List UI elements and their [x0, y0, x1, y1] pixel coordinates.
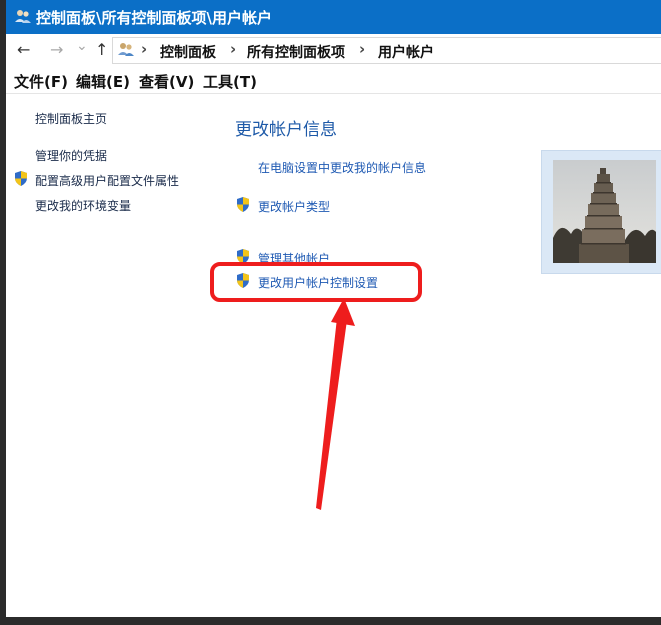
- control-panel-window: 控制面板\所有控制面板项\用户帐户 ← → ⌄ ↑ › 控制面板 › 所有控制面…: [6, 0, 661, 617]
- annotation-arrow-icon: [316, 298, 355, 510]
